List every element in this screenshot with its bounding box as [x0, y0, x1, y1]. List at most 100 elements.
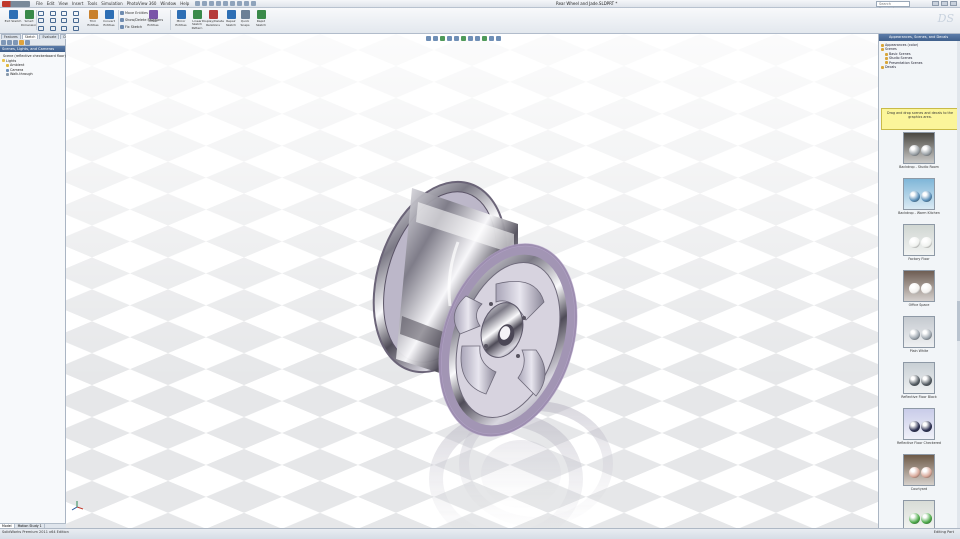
minimize-icon[interactable] [932, 1, 939, 6]
scene-swatch[interactable]: Factory Floor [879, 224, 959, 261]
ribbon-small-button[interactable]: Fix Sketch [120, 25, 142, 29]
slot-icon[interactable] [61, 25, 67, 31]
scene-thumbnail [903, 178, 935, 210]
view-settings-icon[interactable] [489, 36, 494, 41]
menu-item[interactable]: Window [160, 1, 176, 6]
tool-icon [8, 10, 18, 19]
scene-swatch-label: Backdrop - Warm Kitchen [898, 211, 940, 215]
task-tree-node[interactable]: Decals [881, 65, 958, 69]
ribbon-separator [118, 10, 119, 30]
scene-swatch[interactable]: Backdrop - Studio Room [879, 132, 959, 169]
scene-swatch[interactable]: Plain White [879, 316, 959, 353]
rectangle-icon[interactable] [49, 11, 56, 16]
open-icon[interactable] [202, 1, 208, 6]
window-controls [932, 1, 957, 6]
circle-icon[interactable] [61, 11, 67, 16]
text-icon[interactable] [72, 18, 79, 24]
ellipse-icon[interactable] [72, 25, 79, 31]
centerline-icon[interactable] [49, 25, 56, 31]
ds-logo-icon: DS [937, 12, 954, 25]
edit-appearance-icon[interactable] [475, 36, 480, 41]
point-icon[interactable] [61, 18, 67, 24]
scene-thumbnail [903, 316, 935, 348]
scenes-icon[interactable] [25, 40, 30, 45]
scene-swatch[interactable]: Backdrop - Warm Kitchen [879, 178, 959, 215]
options-icon[interactable] [251, 1, 257, 6]
redo-icon[interactable] [230, 1, 236, 6]
ribbon-button[interactable]: Rapid Sketch [252, 10, 270, 30]
previous-view-icon[interactable] [440, 36, 445, 41]
preview-sphere-icon [909, 191, 920, 202]
preview-sphere-icon [909, 329, 920, 340]
scene-swatch-label: Courtyard [910, 487, 928, 491]
tree-node-icon [6, 63, 9, 67]
scene-swatch[interactable]: Reflective Floor Black [879, 362, 959, 399]
graphics-area[interactable] [66, 34, 878, 528]
folder-icon [885, 52, 888, 56]
rebuild-icon[interactable] [244, 1, 250, 6]
fillet-icon[interactable] [38, 25, 44, 31]
preview-sphere-icon [921, 467, 932, 478]
arc-icon[interactable] [72, 11, 79, 16]
scene-swatch-label: Factory Floor [908, 257, 930, 261]
menu-item[interactable]: Insert [72, 1, 83, 6]
search-input[interactable]: Search Knowledge [876, 1, 910, 11]
ribbon-small-button[interactable]: Show/Delete Relations [120, 18, 163, 22]
ribbon-button[interactable]: Display/Delete Relations [202, 10, 224, 30]
ribbon-separator [36, 10, 37, 30]
ribbon-small-label: Fix Sketch [125, 25, 143, 29]
undo-icon[interactable] [223, 1, 229, 6]
panel-tabs [0, 39, 65, 46]
select-icon[interactable] [237, 1, 243, 6]
polygon-icon[interactable] [49, 18, 56, 24]
tool-icon [120, 25, 124, 29]
spline-icon[interactable] [38, 18, 44, 24]
property-manager-icon[interactable] [7, 40, 12, 45]
apply-scene-icon[interactable] [482, 36, 487, 41]
feature-tree-icon[interactable] [1, 40, 6, 45]
heads-up-view-toolbar [426, 36, 501, 41]
menu-item[interactable]: Help [180, 1, 189, 6]
folder-icon [885, 61, 888, 65]
menu-item[interactable]: Simulation [101, 1, 122, 6]
command-manager: Exit Sketch Smart Dimension Trim Entities C… [0, 8, 960, 34]
scene-swatch[interactable]: Office Space [879, 270, 959, 307]
menu-item[interactable]: File [36, 1, 43, 6]
scene-swatch[interactable]: Reflective Floor Checkered [879, 408, 959, 445]
preview-sphere-icon [909, 237, 920, 248]
save-icon[interactable] [209, 1, 215, 6]
new-icon[interactable] [195, 1, 201, 6]
line-icon[interactable] [38, 11, 44, 16]
hide-show-icon[interactable] [468, 36, 473, 41]
ribbon-small-button[interactable]: Move Entities [120, 11, 148, 15]
preview-sphere-icon [909, 467, 920, 478]
close-icon[interactable] [950, 1, 957, 6]
scene-swatch[interactable]: Courtyard [879, 454, 959, 491]
menu-item[interactable]: Tools [87, 1, 97, 6]
configuration-manager-icon[interactable] [13, 40, 18, 45]
view-orientation-icon[interactable] [454, 36, 459, 41]
menu-item[interactable]: Edit [47, 1, 55, 6]
preview-sphere-icon [921, 237, 932, 248]
menu-item[interactable]: PhotoView 360 [127, 1, 157, 6]
menu-item[interactable]: View [58, 1, 68, 6]
quick-access-toolbar [195, 1, 257, 6]
render-icon[interactable] [496, 36, 501, 41]
tool-icon [226, 10, 236, 19]
tree-node[interactable]: Walk-through [2, 72, 63, 77]
maximize-icon[interactable] [941, 1, 948, 6]
ribbon-button[interactable]: Convert Entities [100, 10, 118, 30]
tool-icon [256, 10, 266, 19]
zoom-area-icon[interactable] [433, 36, 438, 41]
display-style-icon[interactable] [461, 36, 466, 41]
tree-node-icon [2, 59, 5, 63]
display-manager-icon[interactable] [19, 40, 24, 45]
section-view-icon[interactable] [447, 36, 452, 41]
zoom-to-fit-icon[interactable] [426, 36, 431, 41]
folder-icon [885, 56, 888, 60]
ribbon-button-label: Exit Sketch [4, 19, 22, 23]
scene-thumbnail [903, 362, 935, 394]
print-icon[interactable] [216, 1, 222, 6]
app-logo[interactable] [2, 0, 30, 7]
ribbon-small-label: Show/Delete Relations [125, 18, 164, 22]
